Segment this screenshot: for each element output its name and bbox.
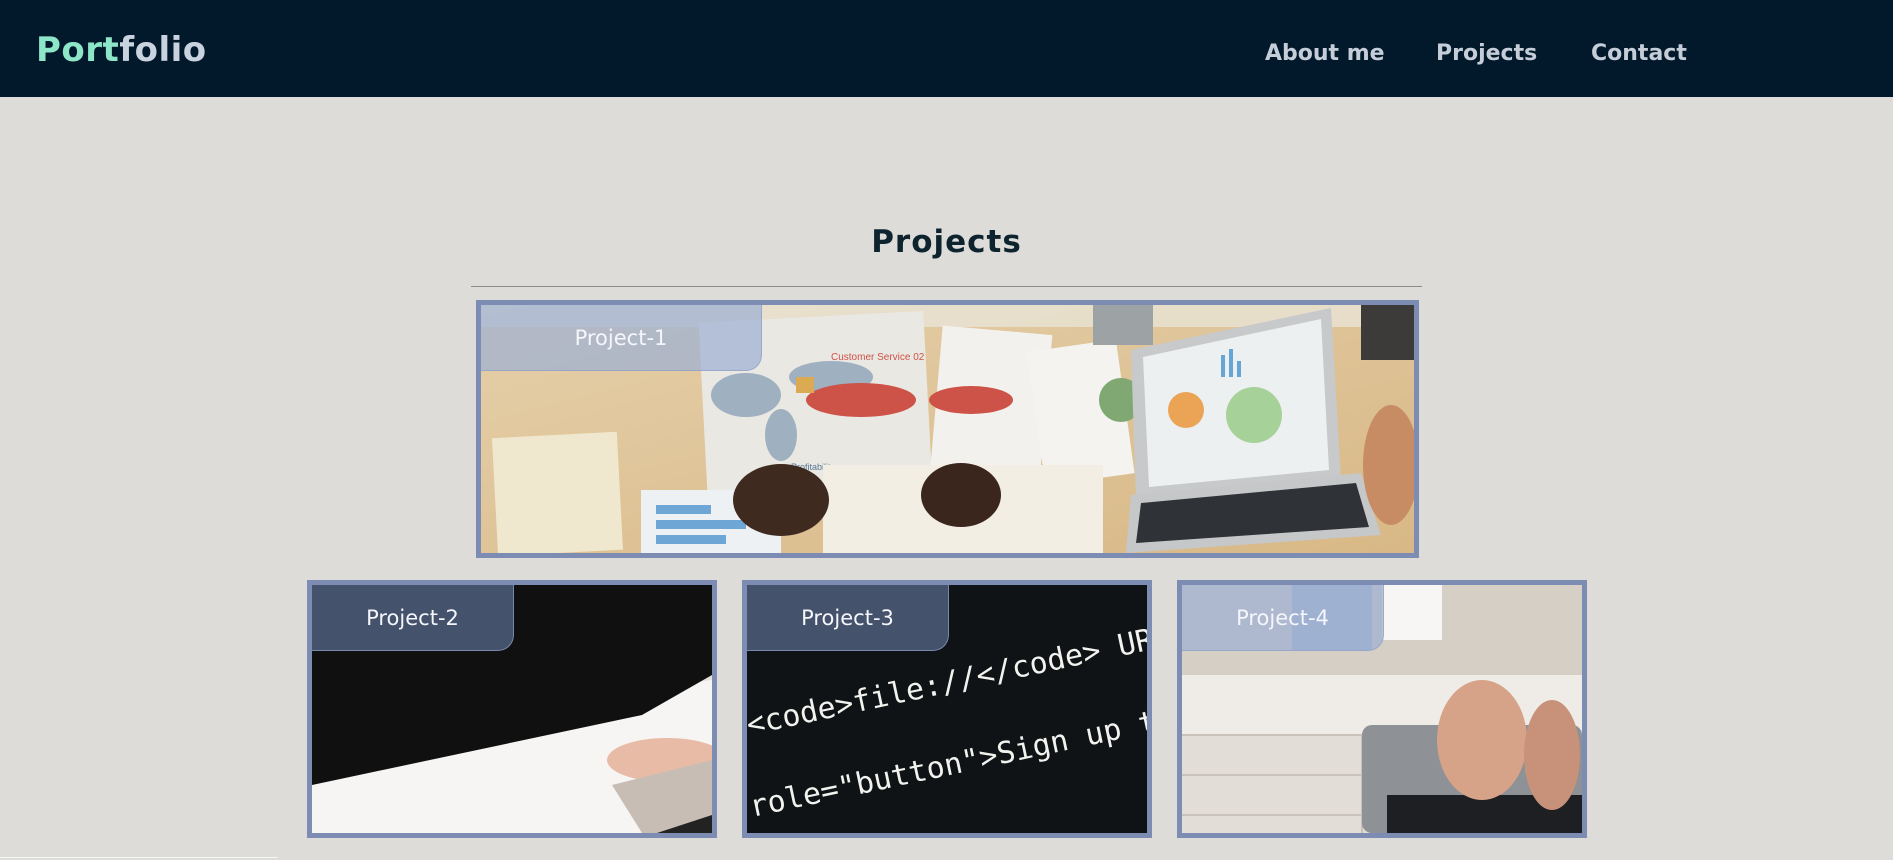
- project-4-label: Project-4: [1182, 585, 1384, 651]
- project-2-label: Project-2: [312, 585, 514, 651]
- navbar: Portfolio About me Projects Contact: [0, 0, 1893, 97]
- page-title: Projects: [871, 224, 1022, 260]
- logo[interactable]: Portfolio: [36, 30, 207, 70]
- title-divider: [471, 286, 1422, 287]
- logo-part-folio: folio: [119, 30, 207, 70]
- footer-divider: [0, 857, 278, 858]
- project-card-2[interactable]: Project-2: [307, 580, 717, 838]
- project-1-label: Project-1: [481, 305, 762, 371]
- project-card-4[interactable]: Project-4: [1177, 580, 1587, 838]
- nav-link-about-me[interactable]: About me: [1265, 41, 1385, 66]
- nav-link-contact[interactable]: Contact: [1591, 41, 1687, 66]
- project-3-label: Project-3: [747, 585, 949, 651]
- nav-link-projects[interactable]: Projects: [1436, 41, 1537, 66]
- project-card-3[interactable]: <code>file://</code> URL, the role="butt…: [742, 580, 1152, 838]
- logo-part-port: Port: [36, 30, 120, 70]
- map-label-customer-service: Customer Service 02: [831, 352, 925, 363]
- project-card-1[interactable]: Customer Service 02 Profitability Projec…: [476, 300, 1419, 558]
